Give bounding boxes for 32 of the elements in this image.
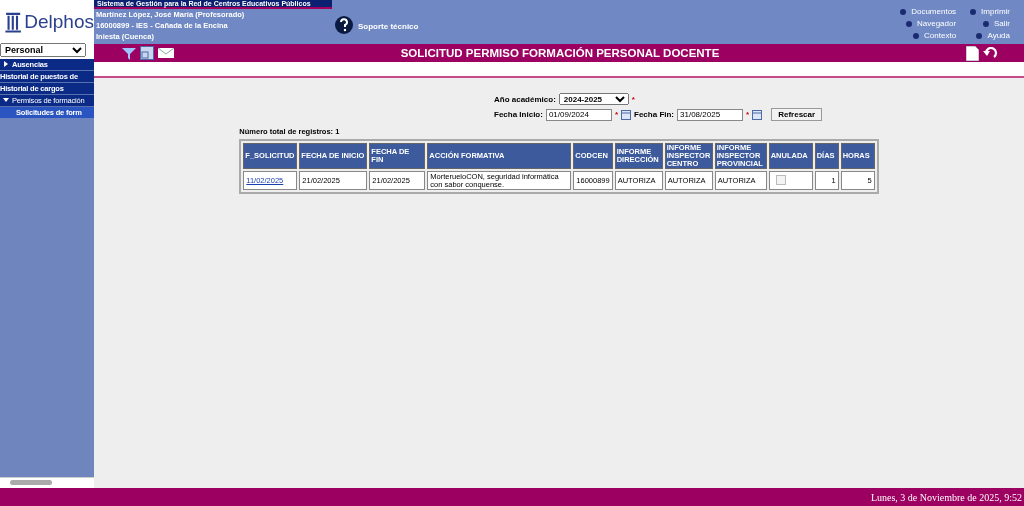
triangle-icon <box>3 61 9 67</box>
support-link[interactable]: Soporte técnico <box>358 21 419 31</box>
page-title: SOLICITUD PERMISO FORMACIÓN PERSONAL DOCENTE <box>399 47 721 59</box>
logo-text: Delphos <box>24 10 94 33</box>
top-link[interactable]: Ayuda <box>970 30 1010 42</box>
help-icon[interactable] <box>334 15 354 37</box>
top-link[interactable]: Navegador <box>900 18 957 30</box>
field-label: Año académico: <box>494 94 556 104</box>
top-link[interactable]: Contexto <box>900 30 957 42</box>
date-field[interactable]: 31/08/2025 <box>677 108 744 121</box>
field-label: Fecha Fin: <box>634 110 675 119</box>
document-icon[interactable] <box>966 45 979 61</box>
module-select[interactable]: Personal <box>0 43 86 57</box>
required-mark: * <box>746 110 750 119</box>
required-mark: * <box>614 110 619 119</box>
top-link[interactable]: Imprimir <box>970 6 1010 18</box>
calendar-icon[interactable] <box>752 109 763 120</box>
undo-icon[interactable] <box>983 47 998 59</box>
top-link[interactable]: Documentos <box>900 6 957 18</box>
status-date: Lunes, 3 de Noviembre de 2025, 9:52 <box>870 491 1022 503</box>
year-select[interactable]: 2024-2025 <box>558 93 629 105</box>
refresh-button[interactable]: Refrescar <box>771 108 823 121</box>
window-icon[interactable] <box>140 46 154 60</box>
required-mark: * <box>631 94 635 104</box>
filter-icon[interactable] <box>122 46 136 60</box>
scrollbar[interactable] <box>0 477 94 488</box>
triangle-icon <box>3 97 9 103</box>
top-link[interactable]: Salir <box>970 18 1010 30</box>
checkbox[interactable] <box>775 174 786 185</box>
field-label: Fecha Inicio: <box>494 110 543 119</box>
calendar-icon[interactable] <box>621 109 632 120</box>
date-field[interactable]: 01/09/2024 <box>545 108 612 121</box>
